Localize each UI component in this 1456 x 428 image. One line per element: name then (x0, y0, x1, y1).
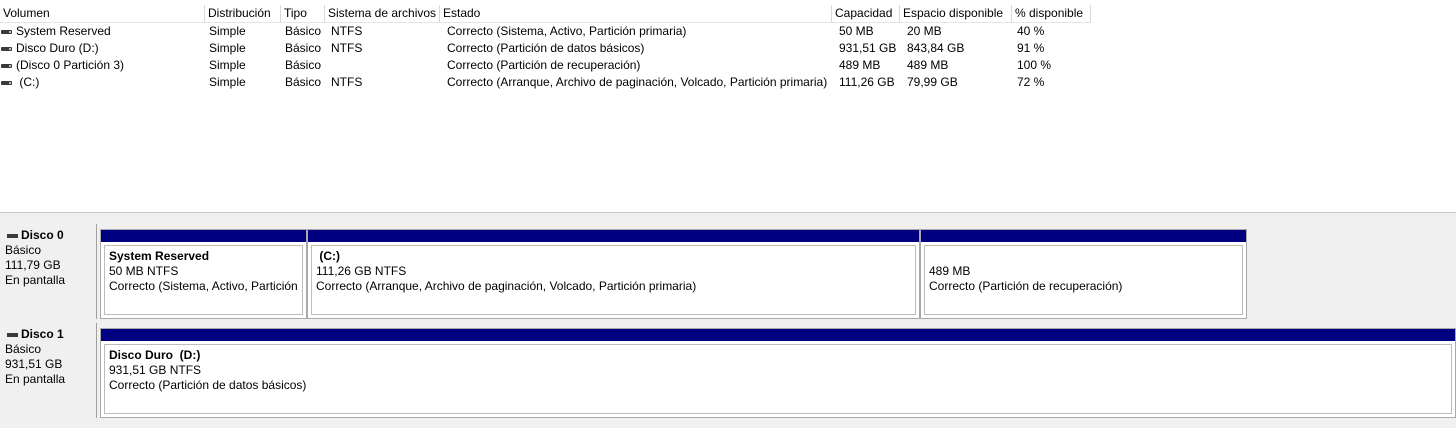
volume-capacity: 931,51 GB (839, 41, 897, 55)
volume-layout: Simple (209, 58, 246, 72)
disk-size: 111,79 GB (5, 258, 61, 272)
disk-1-label[interactable]: Disco 1 Básico 931,51 GB En pantalla (0, 323, 97, 418)
disk-name: Disco 1 (21, 327, 64, 341)
column-header-status[interactable]: Estado (440, 5, 832, 22)
disk-graphical-view[interactable]: Disco 0 Básico 111,79 GB En pantalla Sys… (0, 212, 1456, 428)
volume-type: Básico (285, 41, 322, 55)
column-header-free-space[interactable]: Espacio disponible (900, 5, 1012, 22)
volume-percent-free: 91 % (1017, 41, 1045, 55)
disk-icon (7, 333, 18, 337)
drive-icon (1, 30, 12, 34)
volume-name: (Disco 0 Partición 3) (16, 58, 125, 72)
volume-capacity: 489 MB (839, 58, 881, 72)
partition-size-fs: 50 MB NTFS (109, 264, 179, 278)
column-header-capacity[interactable]: Capacidad (832, 5, 900, 22)
partition-status: Correcto (Arranque, Archivo de paginació… (316, 279, 697, 293)
volume-layout: Simple (209, 41, 246, 55)
partition-title: System Reserved (109, 249, 210, 263)
table-row[interactable]: (C:) Simple Básico NTFS Correcto (Arranq… (0, 74, 1456, 91)
volume-percent-free: 100 % (1017, 58, 1052, 72)
volume-status: Correcto (Partición de recuperación) (447, 58, 641, 72)
table-row[interactable]: System Reserved Simple Básico NTFS Corre… (0, 23, 1456, 40)
volume-name: System Reserved (16, 24, 111, 38)
column-header-volume[interactable]: Volumen (0, 5, 205, 22)
drive-icon (1, 81, 12, 85)
column-header-layout[interactable]: Distribución (205, 5, 281, 22)
volume-filesystem: NTFS (331, 75, 363, 89)
volume-status: Correcto (Sistema, Activo, Partición pri… (447, 24, 687, 38)
drive-icon (1, 64, 12, 68)
column-header-row: Volumen Distribución Tipo Sistema de arc… (0, 5, 1456, 23)
volume-name: Disco Duro (D:) (16, 41, 99, 55)
volume-list[interactable]: Volumen Distribución Tipo Sistema de arc… (0, 0, 1456, 212)
volume-layout: Simple (209, 75, 246, 89)
partition-bar (921, 230, 1246, 242)
volume-type: Básico (285, 58, 322, 72)
table-row[interactable]: Disco Duro (D:) Simple Básico NTFS Corre… (0, 40, 1456, 57)
volume-name: (C:) (16, 75, 40, 89)
partition-size-fs: 489 MB (929, 264, 971, 278)
partition-size-fs: 931,51 GB NTFS (109, 363, 202, 377)
volume-free-space: 843,84 GB (907, 41, 965, 55)
disk-state: En pantalla (5, 273, 66, 287)
volume-percent-free: 40 % (1017, 24, 1045, 38)
disk-kind: Básico (5, 243, 42, 257)
volume-layout: Simple (209, 24, 246, 38)
volume-free-space: 20 MB (907, 24, 942, 38)
partition-bar (101, 230, 306, 242)
disk-size: 931,51 GB (5, 357, 63, 371)
volume-filesystem: NTFS (331, 24, 363, 38)
disk-name: Disco 0 (21, 228, 64, 242)
disk-kind: Básico (5, 342, 42, 356)
column-header-percent-free[interactable]: % disponible (1012, 5, 1091, 22)
volume-free-space: 79,99 GB (907, 75, 958, 89)
partition-status: Correcto (Partición de datos básicos) (109, 378, 307, 392)
partition-title: (C:) (316, 249, 340, 263)
disk-state: En pantalla (5, 372, 66, 386)
volume-percent-free: 72 % (1017, 75, 1045, 89)
volume-capacity: 50 MB (839, 24, 874, 38)
partition-size-fs: 111,26 GB NTFS (316, 264, 407, 278)
volume-type: Básico (285, 75, 322, 89)
volume-status: Correcto (Partición de datos básicos) (447, 41, 645, 55)
partition-recovery[interactable]: 489 MB Correcto (Partición de recuperaci… (920, 229, 1247, 319)
volume-status: Correcto (Arranque, Archivo de paginació… (447, 75, 828, 89)
partition-status: Correcto (Sistema, Activo, Partición (109, 279, 298, 293)
partition-bar (101, 329, 1455, 341)
partition-system-reserved[interactable]: System Reserved 50 MB NTFS Correcto (Sis… (100, 229, 307, 319)
disk-0-label[interactable]: Disco 0 Básico 111,79 GB En pantalla (0, 224, 97, 319)
partition-d[interactable]: Disco Duro (D:) 931,51 GB NTFS Correcto … (100, 328, 1456, 418)
partition-title: Disco Duro (D:) (109, 348, 201, 362)
partition-status: Correcto (Partición de recuperación) (929, 279, 1123, 293)
partition-bar (308, 230, 919, 242)
volume-type: Básico (285, 24, 322, 38)
volume-filesystem: NTFS (331, 41, 363, 55)
table-row[interactable]: (Disco 0 Partición 3) Simple Básico Corr… (0, 57, 1456, 74)
partition-c[interactable]: (C:) 111,26 GB NTFS Correcto (Arranque, … (307, 229, 920, 319)
volume-capacity: 111,26 GB (839, 75, 895, 89)
column-header-type[interactable]: Tipo (281, 5, 325, 22)
disk-icon (7, 234, 18, 238)
drive-icon (1, 47, 12, 51)
volume-free-space: 489 MB (907, 58, 949, 72)
column-header-filesystem[interactable]: Sistema de archivos (325, 5, 440, 22)
